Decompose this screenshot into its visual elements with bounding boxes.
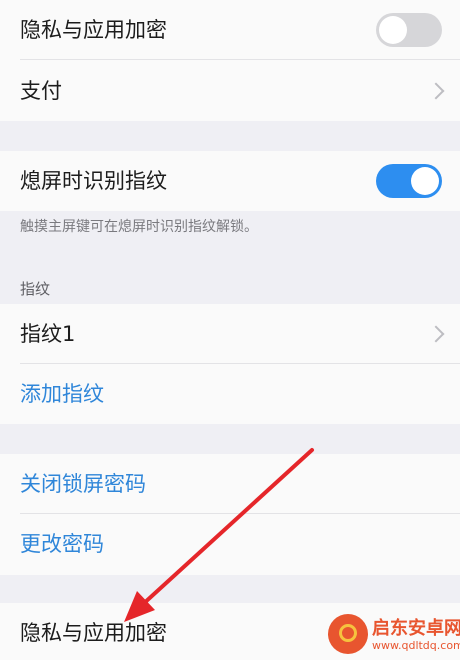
add-fingerprint-label: 添加指纹 (20, 382, 104, 406)
fingerprint-1-row[interactable]: 指纹1 (0, 304, 460, 364)
watermark-logo: 启东安卓网 www.qdltdq.com (328, 606, 460, 658)
screen-off-fingerprint-row[interactable]: 熄屏时识别指纹 (0, 151, 460, 211)
watermark-title: 启东安卓网 (372, 618, 460, 639)
screen-off-fingerprint-toggle[interactable] (376, 164, 442, 198)
privacy-app-encryption-bottom-label: 隐私与应用加密 (20, 621, 167, 645)
screen-off-fingerprint-label: 熄屏时识别指纹 (20, 169, 167, 193)
chevron-right-icon (427, 325, 445, 343)
watermark-url: www.qdltdq.com (372, 639, 460, 652)
privacy-app-encryption-label: 隐私与应用加密 (20, 18, 167, 42)
change-password-row[interactable]: 更改密码 (0, 514, 460, 575)
toggle-knob (411, 167, 439, 195)
privacy-app-encryption-row[interactable]: 隐私与应用加密 (0, 0, 460, 60)
watermark-logo-icon (328, 614, 368, 654)
add-fingerprint-row[interactable]: 添加指纹 (0, 364, 460, 424)
payment-label: 支付 (20, 79, 62, 103)
screen-off-fingerprint-note: 触摸主屏键可在熄屏时识别指纹解锁。 (20, 219, 258, 235)
change-password-label: 更改密码 (20, 532, 104, 556)
fingerprint-1-label: 指纹1 (20, 322, 76, 346)
payment-row[interactable]: 支付 (0, 60, 460, 121)
chevron-right-icon (427, 82, 445, 100)
toggle-knob (379, 16, 407, 44)
close-lock-password-label: 关闭锁屏密码 (20, 472, 146, 496)
fingerprint-section-header: 指纹 (20, 280, 51, 298)
privacy-app-encryption-toggle[interactable] (376, 13, 442, 47)
close-lock-password-row[interactable]: 关闭锁屏密码 (0, 454, 460, 514)
